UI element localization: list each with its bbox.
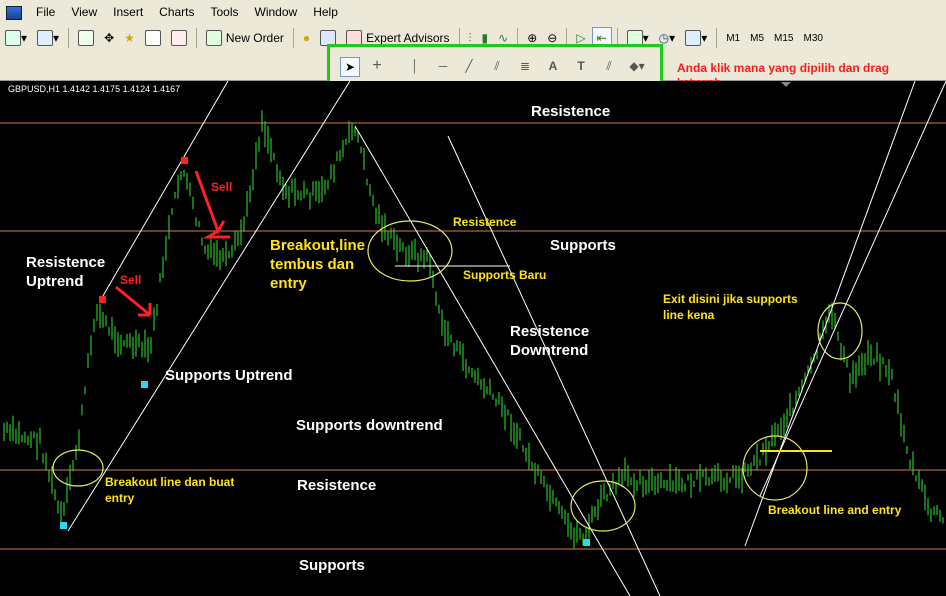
toolbar-separator [68, 28, 70, 48]
market-watch-icon [78, 30, 95, 46]
toolbar-separator [292, 28, 294, 48]
menu-view[interactable]: View [63, 0, 105, 25]
chart-shift-icon: ⇤ [596, 31, 607, 45]
label-resistence-small: Resistence [453, 215, 517, 229]
label-supports-uptrend: Supports Uptrend [165, 367, 293, 384]
label-resistence-top: Resistence [531, 103, 611, 120]
price-chart[interactable]: Resistence Supports Resistence Supports … [0, 81, 946, 596]
label-breakout-line: Breakout,line tembus dan entry [270, 237, 366, 292]
buy-marker [60, 522, 67, 529]
label-resistence-low: Resistence [297, 477, 377, 494]
buy-marker [583, 539, 590, 546]
candlestick-icon: ▮ [481, 31, 489, 45]
tester-icon [170, 30, 187, 46]
symbol-info: GBPUSD,H1 1.4142 1.4175 1.4124 1.4167 [8, 84, 181, 94]
horizontal-line-tool[interactable]: ─ [434, 57, 452, 75]
expert-advisors-label: Expert Advisors [366, 31, 450, 45]
label-supports-baru: Supports Baru [463, 268, 547, 282]
profiles-icon [37, 30, 54, 46]
shapes-tool[interactable]: ◆▾ [628, 57, 646, 75]
zoom-in-icon: ⊕ [527, 31, 538, 45]
text-tool[interactable]: A [544, 57, 562, 75]
crosshair-tool[interactable]: + [368, 57, 386, 75]
terminal-icon [144, 30, 161, 46]
terminal-button[interactable] [141, 28, 165, 48]
menu-insert[interactable]: Insert [105, 0, 151, 25]
star-icon: ★ [124, 31, 135, 45]
buy-marker [141, 381, 148, 388]
highlight-circle-breakout-left [52, 449, 104, 487]
chart-canvas [0, 81, 946, 596]
sell-marker [99, 296, 106, 303]
parallel-tool[interactable]: ⫽ [600, 57, 618, 75]
timeframe-m5[interactable]: M5 [746, 28, 768, 48]
line-chart-icon: ∿ [498, 31, 509, 45]
market-watch-button[interactable] [74, 28, 98, 48]
metaeditor-button[interactable]: ● [299, 28, 314, 48]
text-label-tool[interactable]: T [572, 57, 590, 75]
menu-tools[interactable]: Tools [203, 0, 247, 25]
sell-arrow [115, 285, 152, 317]
favorites-button[interactable]: ★ [120, 28, 139, 48]
timeframe-m15[interactable]: M15 [770, 28, 797, 48]
top-triangle-marker [781, 82, 791, 87]
menu-window[interactable]: Window [247, 0, 306, 25]
label-resistence-downtrend: Resistence Downtrend [510, 323, 590, 359]
hint-text: Anda klik mana yang dipilih dan drag [677, 61, 890, 75]
label-breakout-buat-entry: Breakout line dan buat entry [105, 475, 235, 505]
trendline-tool[interactable]: ╱ [460, 57, 478, 75]
info-icon: ● [302, 31, 311, 45]
toolbar-separator [195, 28, 197, 48]
vertical-line-tool[interactable]: │ [406, 57, 424, 75]
label-breakout-entry: Breakout line and entry [768, 503, 902, 517]
tester-button[interactable] [167, 28, 191, 48]
toolbar-separator [716, 28, 718, 48]
downtrend-channel-upper [354, 125, 631, 596]
move-icon: ✥ [104, 31, 115, 45]
label-sell-2: Sell [120, 273, 142, 287]
templates-icon [685, 30, 702, 46]
label-resistence-uptrend: Resistence Uptrend [26, 254, 106, 290]
channel-tool[interactable]: ⫽ [488, 57, 506, 75]
menu-charts[interactable]: Charts [151, 0, 202, 25]
new-chart-icon [5, 30, 21, 46]
new-order-icon [205, 30, 222, 46]
new-order-label: New Order [225, 31, 284, 45]
label-supports-low: Supports [299, 557, 365, 574]
right-channel-lower [759, 81, 946, 497]
new-chart-button[interactable]: ▾ [1, 28, 31, 48]
highlight-circle-exit [817, 302, 863, 360]
cursor-tool[interactable]: ➤ [340, 57, 360, 77]
highlight-circle-bottom [570, 480, 636, 532]
label-exit-disini: Exit disini jika supports line kena [663, 292, 798, 322]
autoscroll-icon: ▷ [576, 31, 586, 45]
timeframe-m1[interactable]: M1 [722, 28, 744, 48]
downtrend-channel-lower [447, 135, 661, 596]
timeframe-m30[interactable]: M30 [799, 28, 826, 48]
sell-marker [181, 157, 188, 164]
uptrend-channel-upper [99, 81, 229, 302]
highlight-circle-top [367, 220, 453, 282]
label-sell-1: Sell [211, 180, 233, 194]
uptrend-channel-lower [67, 81, 351, 532]
menu-file[interactable]: File [28, 0, 63, 25]
navigator-button[interactable]: ✥ [100, 28, 118, 48]
profiles-button[interactable]: ▾ [33, 28, 63, 48]
clock-icon: ◷ [658, 31, 670, 45]
menu-bar: File View Insert Charts Tools Window Hel… [0, 0, 946, 26]
label-supports-mid: Supports [550, 237, 616, 254]
app-icon[interactable] [6, 5, 22, 20]
label-supports-downtrend: Supports downtrend [296, 417, 443, 434]
fibonacci-tool[interactable]: ≣ [516, 57, 534, 75]
templates-button[interactable]: ▾ [681, 28, 711, 48]
zoom-out-icon: ⊖ [547, 31, 558, 45]
menu-help[interactable]: Help [305, 0, 346, 25]
drawing-toolbar: ➤ + │ ─ ╱ ⫽ ≣ A T ⫽ ◆▾ [327, 44, 663, 85]
new-order-button[interactable]: New Order [202, 28, 288, 48]
